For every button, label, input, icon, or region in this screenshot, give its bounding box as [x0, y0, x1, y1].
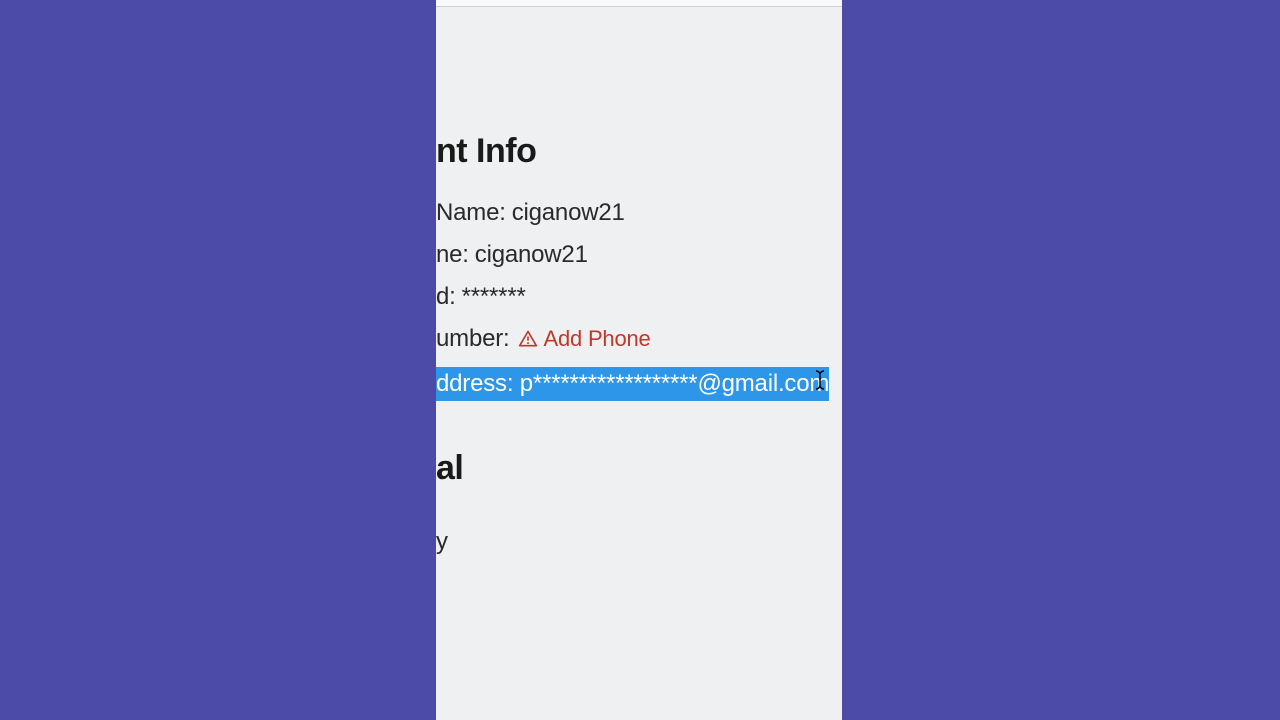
- display-name-value: ciganow21: [512, 199, 625, 227]
- username-label: ne:: [436, 241, 469, 269]
- email-value: p******************@gmail.com: [520, 370, 829, 397]
- display-name-row: Name: ciganow21: [436, 199, 842, 227]
- add-phone-label: Add Phone: [544, 326, 651, 352]
- password-label: d:: [436, 283, 456, 311]
- phone-row: umber: Add Phone: [436, 325, 842, 353]
- window-top-bar: [436, 0, 842, 7]
- password-row: d: *******: [436, 283, 842, 311]
- personal-heading: al: [436, 449, 842, 488]
- username-value: ciganow21: [475, 241, 588, 269]
- settings-panel: nt Info Name: ciganow21 ne: ciganow21 d:…: [436, 0, 842, 720]
- account-info-heading: nt Info: [436, 132, 842, 171]
- add-phone-link[interactable]: Add Phone: [518, 326, 651, 352]
- email-label: ddress:: [436, 370, 513, 397]
- display-name-label: Name:: [436, 199, 506, 227]
- birthday-row: y: [436, 528, 842, 556]
- phone-label: umber:: [436, 325, 510, 353]
- username-row: ne: ciganow21: [436, 241, 842, 269]
- birthday-label: y: [436, 528, 448, 555]
- content-area: nt Info Name: ciganow21 ne: ciganow21 d:…: [436, 7, 842, 556]
- email-row-selected[interactable]: ddress: p******************@gmail.com: [436, 367, 829, 401]
- password-value: *******: [462, 283, 526, 311]
- warning-triangle-icon: [518, 329, 538, 349]
